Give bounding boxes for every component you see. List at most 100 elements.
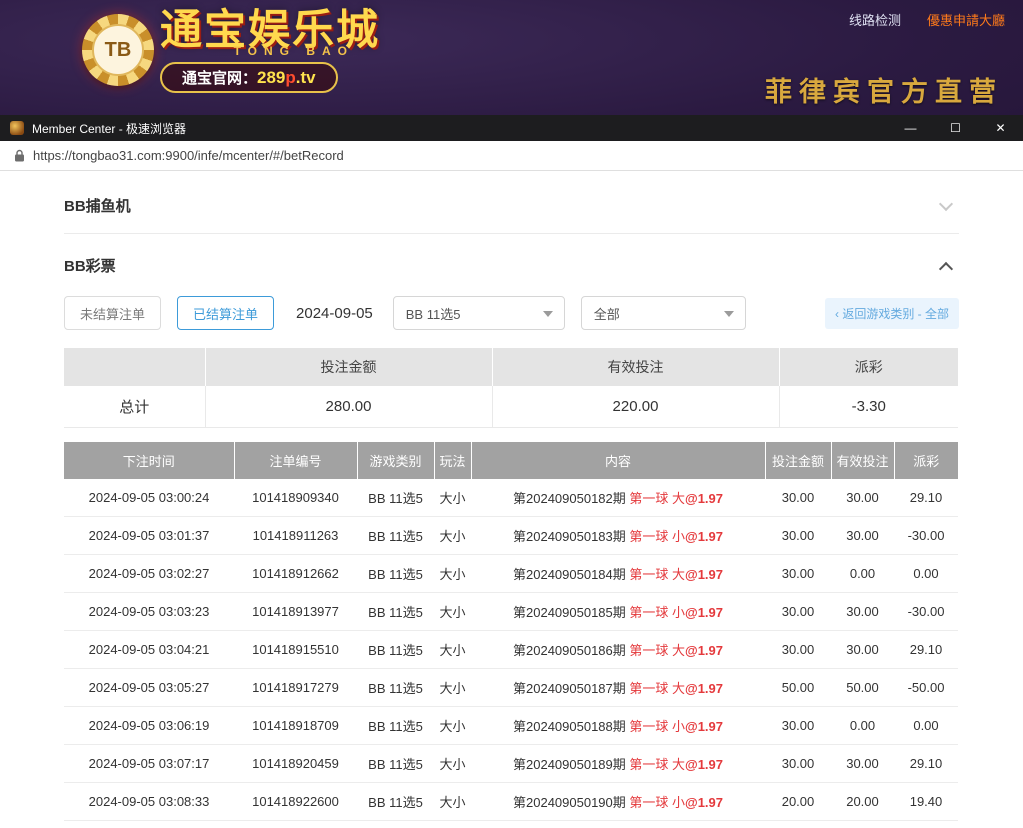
chevron-down-icon[interactable] xyxy=(939,196,953,210)
summary-total-payout: -3.30 xyxy=(779,386,958,427)
cell-bet-id: 101418922600 xyxy=(234,783,357,821)
cell-play-type: 大小 xyxy=(434,631,471,669)
scope-select[interactable]: 全部 xyxy=(581,296,746,330)
chevron-down-icon xyxy=(543,311,553,317)
bet-table-header-row: 下注时间注单编号游戏类别玩法内容投注金额有效投注派彩 xyxy=(64,442,958,479)
browser-favicon-icon xyxy=(10,121,24,135)
cell-valid-bet: 30.00 xyxy=(831,479,894,517)
cell-play-type: 大小 xyxy=(434,517,471,555)
cell-bet-id: 101418918709 xyxy=(234,707,357,745)
column-header: 玩法 xyxy=(434,442,471,479)
cell-bet-amount: 20.00 xyxy=(765,783,831,821)
summary-total-valid: 220.00 xyxy=(492,386,779,427)
cell-game-type: BB 11选5 xyxy=(357,593,434,631)
site-logo: TB 通宝娱乐城 TONG BAO 通宝官网：289p.tv xyxy=(82,8,380,93)
table-row: 2024-09-05 03:08:33 101418922600 BB 11选5… xyxy=(64,783,958,821)
settled-bets-button[interactable]: 已结算注单 xyxy=(177,296,274,330)
cell-play-type: 大小 xyxy=(434,707,471,745)
summary-total-bet: 280.00 xyxy=(205,386,492,427)
cell-content: 第202409050189期 第一球 大@1.97 xyxy=(471,745,765,783)
official-site-p: p xyxy=(285,68,295,87)
bet-table-body: 2024-09-05 03:00:24 101418909340 BB 11选5… xyxy=(64,479,958,821)
cell-bet-time: 2024-09-05 03:00:24 xyxy=(64,479,234,517)
official-site-label: 通宝官网： xyxy=(182,70,257,87)
cell-game-type: BB 11选5 xyxy=(357,669,434,707)
cell-content: 第202409050188期 第一球 小@1.97 xyxy=(471,707,765,745)
summary-table: 投注金额 有效投注 派彩 总计 280.00 220.00 -3.30 xyxy=(64,348,958,428)
unsettled-bets-button[interactable]: 未结算注单 xyxy=(64,296,161,330)
cell-game-type: BB 11选5 xyxy=(357,745,434,783)
summary-total-row: 总计 280.00 220.00 -3.30 xyxy=(64,386,958,427)
official-site-pill[interactable]: 通宝官网：289p.tv xyxy=(160,62,338,93)
window-title: Member Center - 极速浏览器 xyxy=(32,120,186,137)
banner-top-links: 线路检测 優惠申請大廳 xyxy=(849,10,1005,29)
section-lottery-title: BB彩票 xyxy=(64,255,116,276)
cell-play-type: 大小 xyxy=(434,783,471,821)
cell-bet-id: 101418917279 xyxy=(234,669,357,707)
table-row: 2024-09-05 03:00:24 101418909340 BB 11选5… xyxy=(64,479,958,517)
back-link-label: 返回游戏类别 - 全部 xyxy=(842,307,949,321)
cell-bet-time: 2024-09-05 03:04:21 xyxy=(64,631,234,669)
cell-valid-bet: 0.00 xyxy=(831,555,894,593)
cell-play-type: 大小 xyxy=(434,593,471,631)
section-fishing-title: BB捕鱼机 xyxy=(64,195,131,216)
cell-payout: 29.10 xyxy=(894,745,958,783)
chevron-up-icon[interactable] xyxy=(939,261,953,275)
cell-game-type: BB 11选5 xyxy=(357,707,434,745)
browser-addressbar[interactable]: https://tongbao31.com:9900/infe/mcenter/… xyxy=(0,141,1023,171)
url-text[interactable]: https://tongbao31.com:9900/infe/mcenter/… xyxy=(33,148,344,163)
lock-icon xyxy=(14,149,25,162)
cell-game-type: BB 11选5 xyxy=(357,517,434,555)
logo-tb-monogram: TB xyxy=(92,24,144,76)
bet-record-page: BB捕鱼机 BB彩票 未结算注单 已结算注单 2024-09-05 BB 11选… xyxy=(0,171,1023,828)
cell-valid-bet: 30.00 xyxy=(831,745,894,783)
cell-game-type: BB 11选5 xyxy=(357,783,434,821)
cell-play-type: 大小 xyxy=(434,479,471,517)
browser-titlebar: Member Center - 极速浏览器 — ☐ ✕ xyxy=(0,115,1023,141)
column-header: 内容 xyxy=(471,442,765,479)
cell-content: 第202409050187期 第一球 大@1.97 xyxy=(471,669,765,707)
table-row: 2024-09-05 03:01:37 101418911263 BB 11选5… xyxy=(64,517,958,555)
link-line-check[interactable]: 线路检测 xyxy=(849,10,901,29)
column-header: 下注时间 xyxy=(64,442,234,479)
cell-play-type: 大小 xyxy=(434,669,471,707)
cell-game-type: BB 11选5 xyxy=(357,555,434,593)
cell-bet-id: 101418911263 xyxy=(234,517,357,555)
summary-col-bet: 投注金额 xyxy=(205,348,492,386)
cell-valid-bet: 50.00 xyxy=(831,669,894,707)
cell-content: 第202409050186期 第一球 大@1.97 xyxy=(471,631,765,669)
cell-bet-amount: 30.00 xyxy=(765,517,831,555)
game-select[interactable]: BB 11选5 xyxy=(393,296,565,330)
cell-bet-amount: 30.00 xyxy=(765,631,831,669)
cell-bet-time: 2024-09-05 03:06:19 xyxy=(64,707,234,745)
cell-bet-time: 2024-09-05 03:05:27 xyxy=(64,669,234,707)
cell-bet-time: 2024-09-05 03:08:33 xyxy=(64,783,234,821)
section-fishing[interactable]: BB捕鱼机 xyxy=(64,171,959,234)
cell-content: 第202409050190期 第一球 小@1.97 xyxy=(471,783,765,821)
cell-bet-time: 2024-09-05 03:03:23 xyxy=(64,593,234,631)
cell-payout: 29.10 xyxy=(894,631,958,669)
link-promo-hall[interactable]: 優惠申請大廳 xyxy=(927,10,1005,29)
column-header: 游戏类别 xyxy=(357,442,434,479)
date-filter[interactable]: 2024-09-05 xyxy=(296,305,373,322)
cell-bet-id: 101418920459 xyxy=(234,745,357,783)
cell-play-type: 大小 xyxy=(434,555,471,593)
site-banner: TB 通宝娱乐城 TONG BAO 通宝官网：289p.tv 线路检测 優惠申請… xyxy=(0,0,1023,115)
cell-bet-id: 101418915510 xyxy=(234,631,357,669)
window-maximize-button[interactable]: ☐ xyxy=(933,115,978,141)
window-minimize-button[interactable]: — xyxy=(888,115,933,141)
cell-payout: -50.00 xyxy=(894,669,958,707)
chevron-down-icon xyxy=(724,311,734,317)
cell-bet-id: 101418912662 xyxy=(234,555,357,593)
section-lottery[interactable]: BB彩票 xyxy=(64,234,959,290)
summary-col-spacer xyxy=(64,348,205,386)
cell-content: 第202409050183期 第一球 小@1.97 xyxy=(471,517,765,555)
cell-payout: -30.00 xyxy=(894,593,958,631)
cell-content: 第202409050185期 第一球 小@1.97 xyxy=(471,593,765,631)
table-row: 2024-09-05 03:07:17 101418920459 BB 11选5… xyxy=(64,745,958,783)
window-close-button[interactable]: ✕ xyxy=(978,115,1023,141)
cell-bet-id: 101418909340 xyxy=(234,479,357,517)
back-to-category-link[interactable]: ‹ 返回游戏类别 - 全部 xyxy=(825,298,959,329)
column-header: 投注金额 xyxy=(765,442,831,479)
window-controls: — ☐ ✕ xyxy=(888,115,1023,141)
